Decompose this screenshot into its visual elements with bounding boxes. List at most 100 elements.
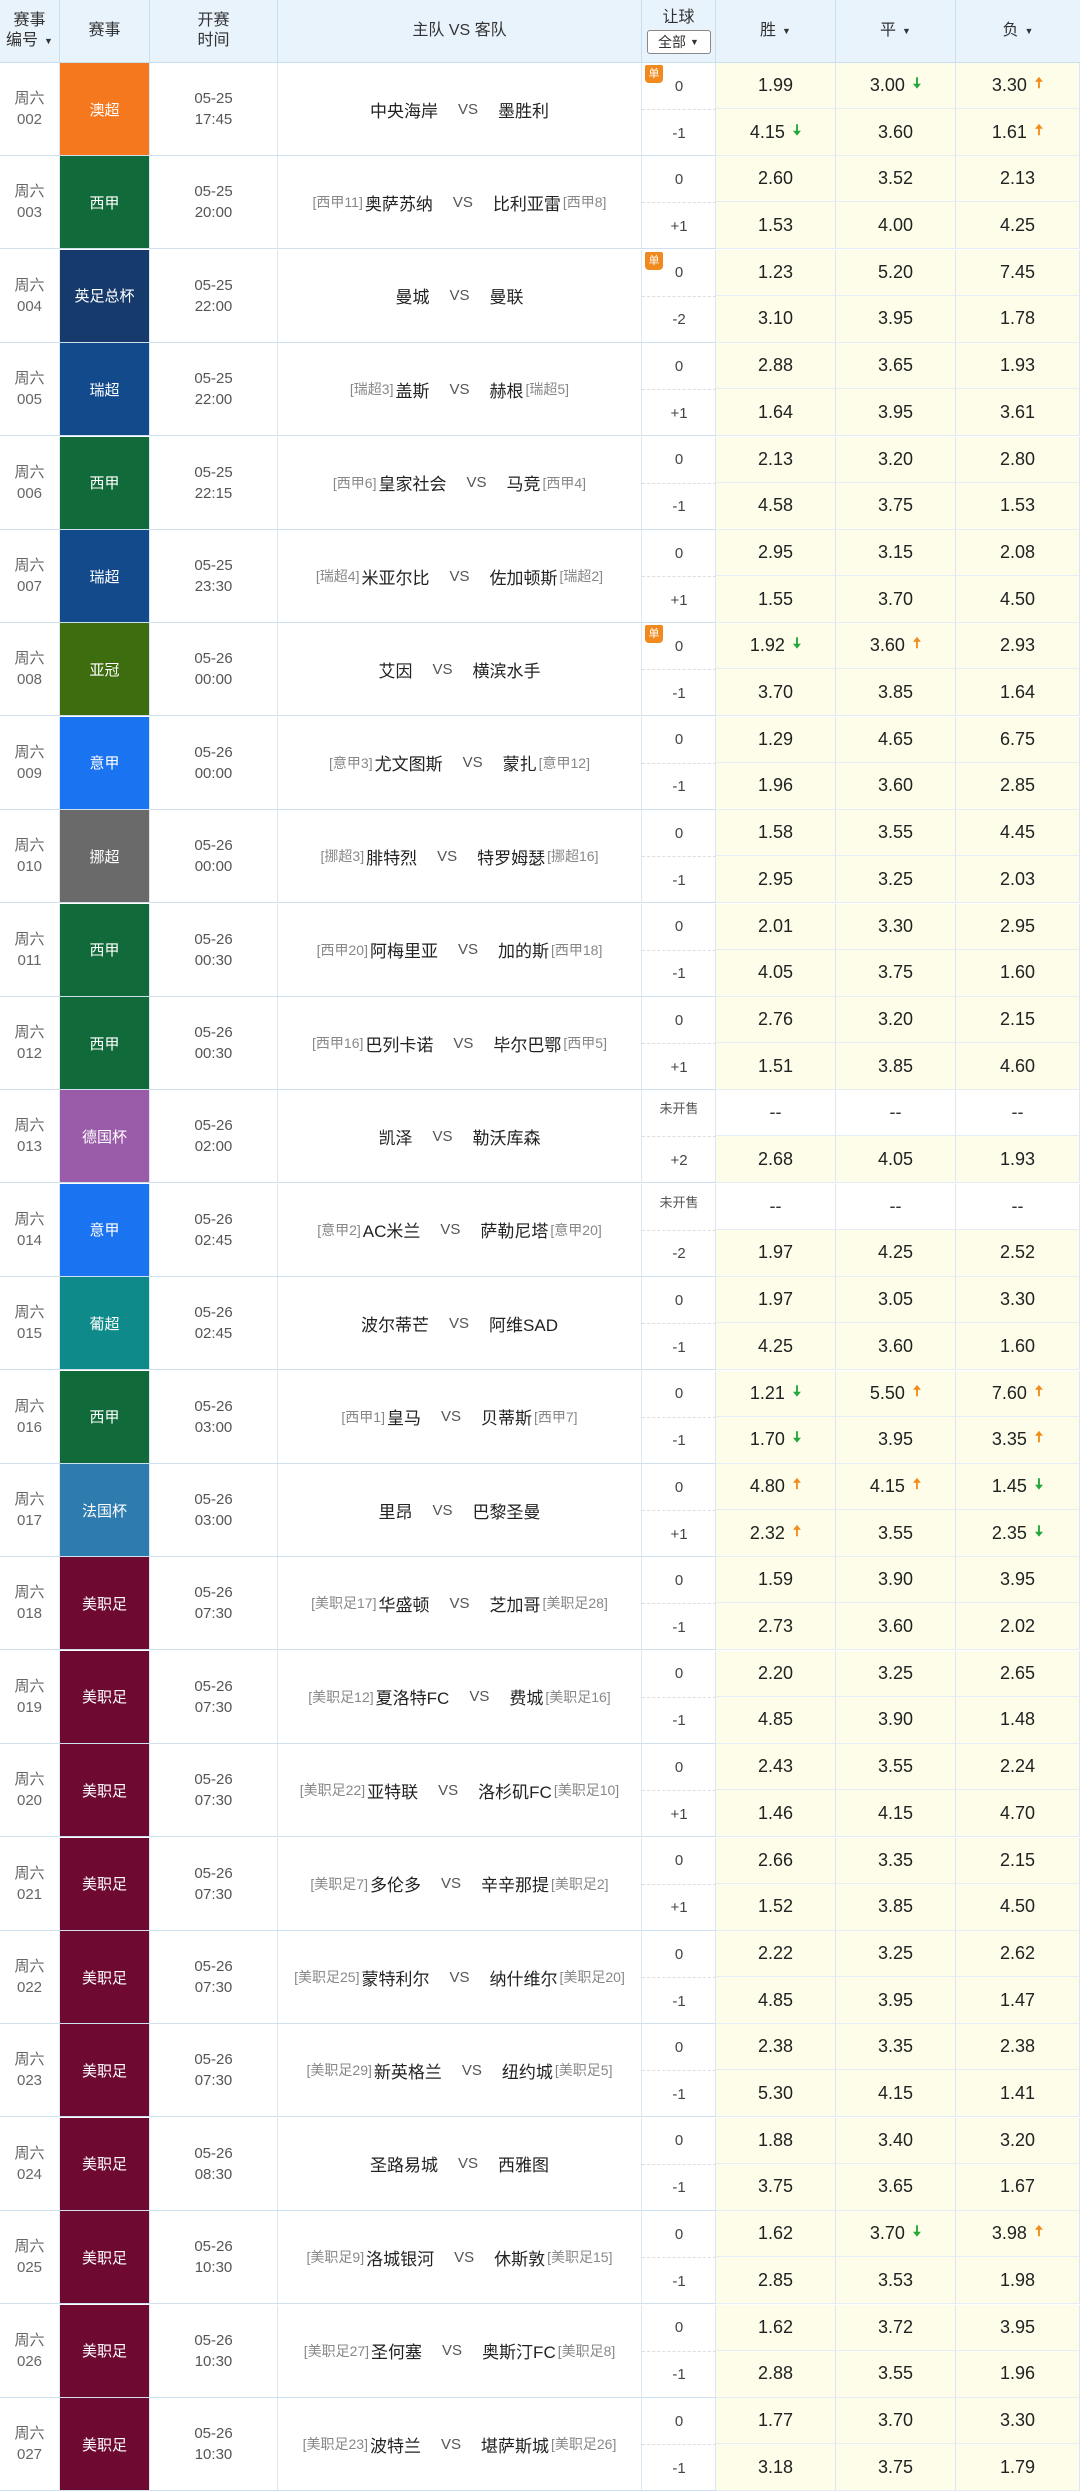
league-badge[interactable]: 瑞超 [60, 530, 150, 622]
odds-draw-handicap[interactable]: 4.00 [836, 202, 956, 250]
odds-win-handicap[interactable]: 4.15 🠇 [716, 109, 836, 156]
odds-lose-normal[interactable]: 2.65 [956, 1650, 1080, 1697]
odds-lose-handicap[interactable]: 1.47 [956, 1977, 1080, 2024]
odds-draw-handicap[interactable]: 4.05 [836, 1136, 956, 1184]
teams[interactable]: 里昂 VS 巴黎圣曼 [278, 1464, 642, 1556]
odds-lose-normal[interactable]: 2.80 [956, 436, 1080, 483]
odds-win-handicap[interactable]: 2.73 [716, 1603, 836, 1651]
odds-draw-normal[interactable]: 3.60 🠅 [836, 623, 956, 670]
odds-win-normal[interactable]: 2.22 [716, 1931, 836, 1977]
odds-win-handicap[interactable]: 3.70 [716, 669, 836, 717]
league-badge[interactable]: 美职足 [60, 2024, 150, 2117]
odds-lose-handicap[interactable]: 2.02 [956, 1603, 1080, 1651]
teams[interactable]: [意甲2] AC米兰 VS 萨勒尼塔 [意甲20] [278, 1183, 642, 1276]
league-badge[interactable]: 西甲 [60, 436, 150, 529]
odds-draw-normal[interactable]: 3.90 [836, 1557, 956, 1604]
odds-draw-handicap[interactable]: 3.95 [836, 389, 956, 437]
header-match-number[interactable]: 赛事 编号 ▼ [0, 0, 60, 62]
league-badge[interactable]: 葡超 [60, 1277, 150, 1370]
odds-draw-handicap[interactable]: 3.70 [836, 576, 956, 623]
odds-draw-normal[interactable]: 3.30 [836, 903, 956, 950]
league-badge[interactable]: 意甲 [60, 1183, 150, 1276]
teams[interactable]: 波尔蒂芒 VS 阿维SAD [278, 1277, 642, 1370]
odds-draw-normal[interactable]: 5.50 🠅 [836, 1370, 956, 1417]
odds-draw-handicap[interactable]: 3.75 [836, 482, 956, 530]
odds-draw-normal[interactable]: 3.25 [836, 1650, 956, 1697]
odds-lose-normal[interactable]: 3.98 🠅 [956, 2211, 1080, 2258]
league-badge[interactable]: 亚冠 [60, 623, 150, 716]
teams[interactable]: [美职足23] 波特兰 VS 堪萨斯城 [美职足26] [278, 2398, 642, 2490]
odds-lose-handicap[interactable]: 3.61 [956, 389, 1080, 437]
teams[interactable]: 圣路易城 VS 西雅图 [278, 2117, 642, 2210]
header-lose-sort[interactable]: 负 ▼ [956, 0, 1080, 62]
odds-lose-normal[interactable]: 2.95 [956, 903, 1080, 950]
league-badge[interactable]: 美职足 [60, 2304, 150, 2397]
odds-win-normal[interactable]: 4.80 🠅 [716, 1464, 836, 1510]
odds-lose-handicap[interactable]: 1.64 [956, 669, 1080, 717]
odds-lose-handicap[interactable]: 1.60 [956, 1323, 1080, 1371]
odds-draw-handicap[interactable]: 3.95 [836, 295, 956, 343]
odds-lose-handicap[interactable]: 4.60 [956, 1043, 1080, 1090]
odds-lose-normal[interactable]: 4.45 [956, 810, 1080, 857]
odds-lose-handicap[interactable]: 4.50 [956, 1883, 1080, 1931]
teams[interactable]: [瑞超3] 盖斯 VS 赫根 [瑞超5] [278, 343, 642, 436]
odds-win-handicap[interactable]: 4.85 [716, 1696, 836, 1744]
odds-win-normal[interactable]: 1.59 [716, 1557, 836, 1604]
odds-draw-normal[interactable]: 3.52 [836, 156, 956, 203]
teams[interactable]: [西甲11] 奥萨苏纳 VS 比利亚雷 [西甲8] [278, 156, 642, 249]
odds-win-normal[interactable]: 1.23 [716, 249, 836, 296]
odds-win-normal[interactable]: 1.97 [716, 1277, 836, 1324]
odds-draw-handicap[interactable]: 3.55 [836, 1510, 956, 1557]
odds-draw-normal[interactable]: 3.55 [836, 1744, 956, 1791]
odds-win-handicap[interactable]: 4.05 [716, 949, 836, 997]
odds-lose-handicap[interactable]: 1.48 [956, 1696, 1080, 1744]
odds-draw-handicap[interactable]: 3.60 [836, 1603, 956, 1651]
teams[interactable]: [美职足17] 华盛顿 VS 芝加哥 [美职足28] [278, 1557, 642, 1650]
odds-draw-handicap[interactable]: 3.65 [836, 2163, 956, 2211]
odds-lose-normal[interactable]: 7.45 [956, 249, 1080, 296]
odds-draw-handicap[interactable]: 3.85 [836, 1043, 956, 1090]
odds-lose-normal[interactable]: 2.13 [956, 156, 1080, 203]
odds-lose-handicap[interactable]: 1.98 [956, 2257, 1080, 2305]
odds-draw-handicap[interactable]: 3.85 [836, 1883, 956, 1931]
odds-draw-normal[interactable]: 3.35 [836, 1837, 956, 1884]
odds-lose-handicap[interactable]: 2.35 🠇 [956, 1510, 1080, 1557]
odds-draw-handicap[interactable]: 3.95 [836, 1977, 956, 2024]
odds-win-normal[interactable]: 2.01 [716, 903, 836, 950]
odds-win-normal[interactable]: 1.99 [716, 63, 836, 109]
odds-win-handicap[interactable]: 1.52 [716, 1883, 836, 1931]
odds-draw-handicap[interactable]: 3.60 [836, 1323, 956, 1371]
odds-win-handicap[interactable]: 1.96 [716, 762, 836, 810]
odds-lose-normal[interactable]: 2.62 [956, 1931, 1080, 1977]
teams[interactable]: [意甲3] 尤文图斯 VS 蒙扎 [意甲12] [278, 716, 642, 809]
odds-lose-normal[interactable]: 3.95 [956, 1557, 1080, 1604]
league-badge[interactable]: 西甲 [60, 997, 150, 1089]
odds-win-normal[interactable]: 2.38 [716, 2024, 836, 2071]
odds-win-normal[interactable]: 1.62 [716, 2304, 836, 2351]
odds-lose-normal[interactable]: 2.15 [956, 997, 1080, 1043]
league-badge[interactable]: 西甲 [60, 903, 150, 996]
odds-draw-normal[interactable]: 3.25 [836, 1931, 956, 1977]
teams[interactable]: [挪超3] 腓特烈 VS 特罗姆瑟 [挪超16] [278, 810, 642, 903]
odds-win-handicap[interactable]: 4.25 [716, 1323, 836, 1371]
teams[interactable]: [美职足9] 洛城银河 VS 休斯敦 [美职足15] [278, 2211, 642, 2304]
odds-win-handicap[interactable]: 3.75 [716, 2163, 836, 2211]
odds-win-normal[interactable]: 1.77 [716, 2398, 836, 2444]
odds-lose-handicap[interactable]: 2.52 [956, 1229, 1080, 1277]
odds-win-handicap[interactable]: 1.70 🠇 [716, 1416, 836, 1464]
league-badge[interactable]: 德国杯 [60, 1090, 150, 1183]
odds-win-handicap[interactable]: 2.32 🠅 [716, 1510, 836, 1557]
teams[interactable]: [美职足27] 圣何塞 VS 奥斯汀FC [美职足8] [278, 2304, 642, 2397]
odds-draw-handicap[interactable]: 3.95 [836, 1416, 956, 1464]
odds-win-handicap[interactable]: 1.53 [716, 202, 836, 250]
odds-lose-handicap[interactable]: 1.53 [956, 482, 1080, 530]
odds-win-handicap[interactable]: 2.68 [716, 1136, 836, 1184]
odds-lose-normal[interactable]: 2.08 [956, 530, 1080, 576]
odds-win-handicap[interactable]: 1.46 [716, 1790, 836, 1838]
teams[interactable]: [西甲6] 皇家社会 VS 马竞 [西甲4] [278, 436, 642, 529]
league-badge[interactable]: 西甲 [60, 156, 150, 249]
odds-win-normal[interactable]: 1.92 🠇 [716, 623, 836, 670]
odds-lose-handicap[interactable]: 2.03 [956, 856, 1080, 904]
odds-win-normal[interactable]: 1.58 [716, 810, 836, 857]
teams[interactable]: 艾因 VS 横滨水手 [278, 623, 642, 716]
